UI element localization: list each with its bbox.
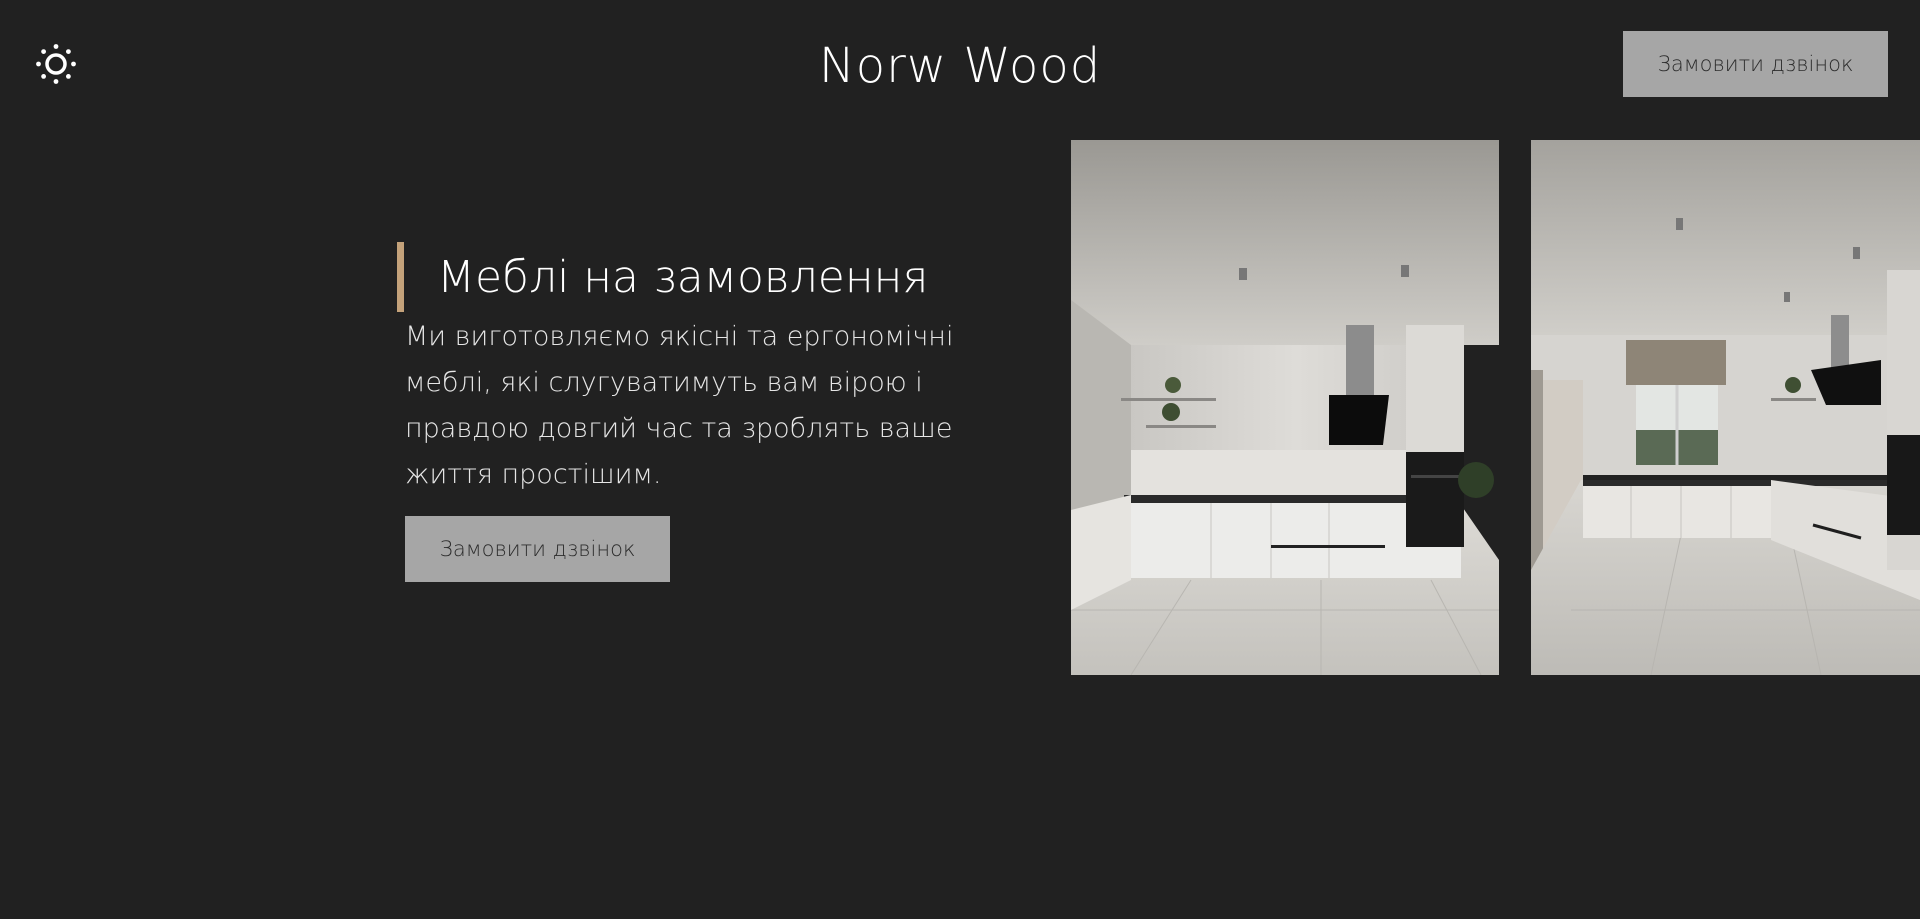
hero-description: Ми виготовляємо якісні та ергономічні ме… xyxy=(405,321,954,490)
hero-call-button[interactable]: Замовити дзвінок xyxy=(405,516,670,582)
hero-title: Меблі на замовлення xyxy=(437,251,929,303)
theme-toggle-button[interactable] xyxy=(34,42,78,86)
landing-page: Norw Wood Замовити дзвінок Меблі на замо… xyxy=(0,0,1920,919)
header-call-button[interactable]: Замовити дзвінок xyxy=(1623,31,1888,97)
kitchen-photo xyxy=(1531,140,1920,675)
hero-title-block: Меблі на замовлення xyxy=(397,242,1027,312)
sun-icon xyxy=(36,44,76,84)
accent-bar xyxy=(397,242,404,312)
hero-section: Меблі на замовлення Ми виготовляємо якіс… xyxy=(397,242,1027,582)
kitchen-photo xyxy=(1071,140,1499,675)
